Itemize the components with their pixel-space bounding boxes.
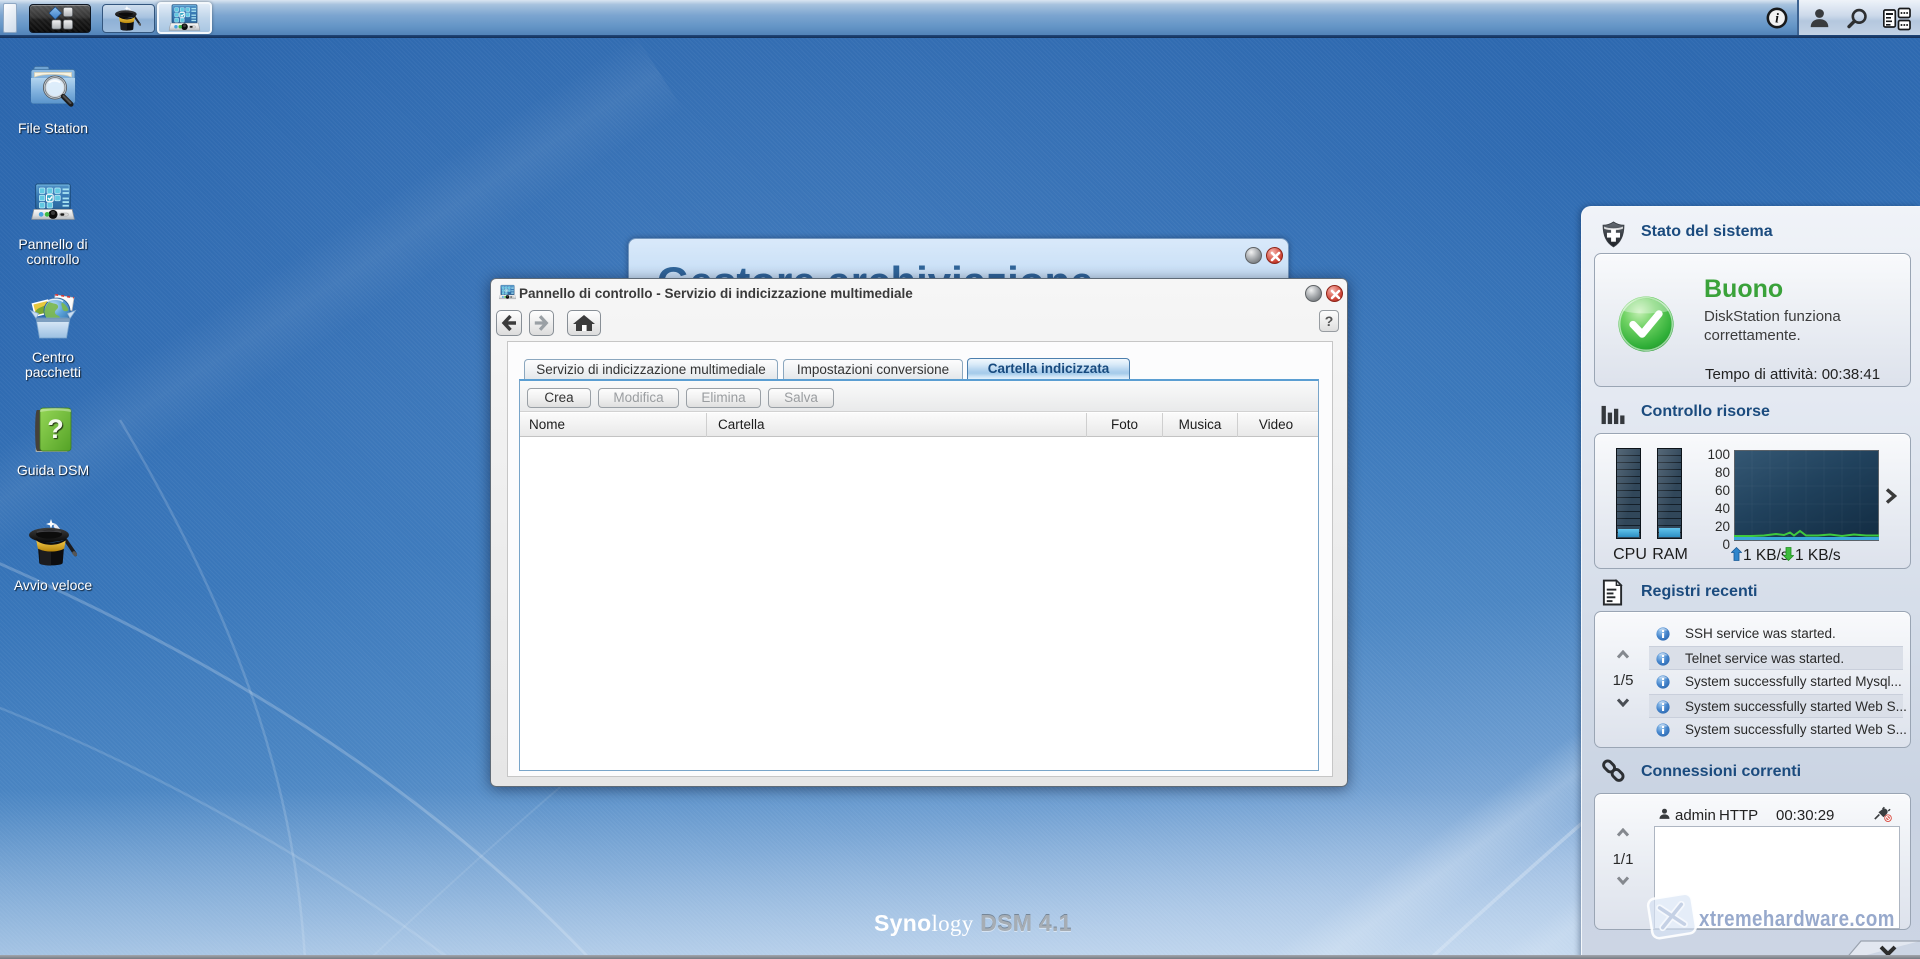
svg-text:i: i (1775, 11, 1779, 26)
